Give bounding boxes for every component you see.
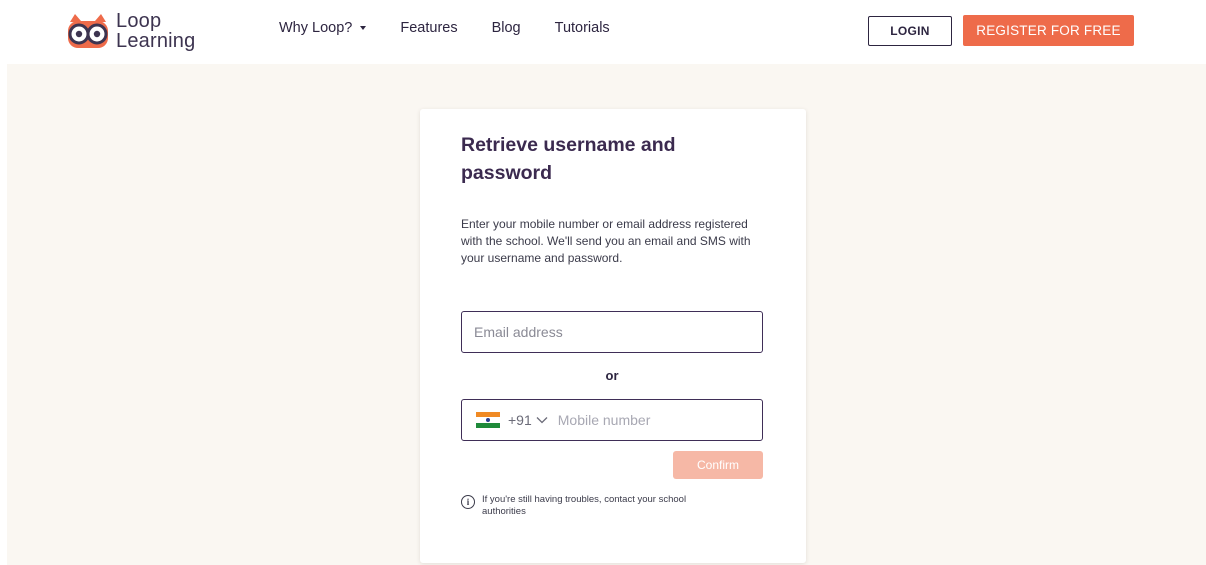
card-description: Enter your mobile number or email addres…: [461, 217, 751, 265]
india-flag-icon: [476, 412, 500, 428]
logo-line-2: Learning: [116, 30, 196, 52]
login-button[interactable]: LOGIN: [868, 16, 952, 46]
mobile-number-input[interactable]: [557, 400, 762, 440]
info-icon: i: [461, 495, 475, 509]
or-divider-label: or: [605, 368, 619, 383]
nav-item-label: Why Loop?: [279, 20, 353, 36]
retrieve-credentials-card: Retrieve username and password Enter you…: [420, 109, 806, 563]
chevron-down-icon: [536, 417, 548, 424]
nav-item-features[interactable]: Features: [400, 20, 457, 36]
owl-logo-icon: [68, 14, 108, 48]
caret-down-icon: [360, 26, 367, 30]
email-input[interactable]: [462, 312, 762, 352]
top-header: Loop Learning Why Loop? Features Blog Tu…: [0, 0, 1206, 64]
nav-item-label: Tutorials: [554, 20, 610, 36]
country-code-selector[interactable]: +91: [508, 412, 548, 428]
nav-item-blog[interactable]: Blog: [492, 20, 521, 36]
logo-wordmark: Loop Learning: [116, 11, 195, 51]
email-field: [461, 311, 763, 353]
help-note: i If you're still having troubles, conta…: [461, 494, 761, 518]
card-title: Retrieve username and password: [461, 134, 676, 184]
confirm-button[interactable]: Confirm: [673, 451, 763, 479]
logo-line-1: Loop: [116, 10, 162, 32]
help-text: If you're still having troubles, contact…: [482, 494, 687, 517]
nav-item-why-loop[interactable]: Why Loop?: [279, 20, 367, 36]
nav-item-label: Features: [400, 20, 458, 36]
mobile-field: +91: [461, 399, 763, 441]
nav-item-label: Blog: [491, 20, 521, 36]
nav-item-tutorials[interactable]: Tutorials: [555, 20, 610, 36]
register-button[interactable]: REGISTER FOR FREE: [963, 15, 1134, 46]
dial-code-value: +91: [508, 412, 532, 428]
loop-learning-logo[interactable]: Loop Learning: [66, 8, 195, 54]
main-nav: Why Loop? Features Blog Tutorials: [279, 20, 644, 36]
